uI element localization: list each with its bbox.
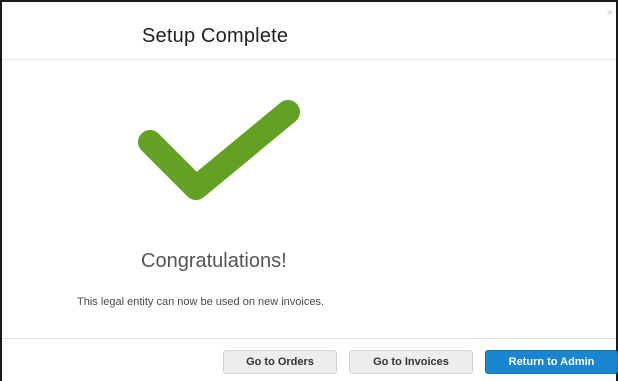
dialog-footer: Go to Orders Go to Invoices Return to Ad… xyxy=(2,338,618,381)
congratulations-heading: Congratulations! xyxy=(141,250,287,272)
checkmark-stroke xyxy=(138,100,300,200)
go-to-invoices-button[interactable]: Go to Invoices xyxy=(349,350,473,374)
setup-complete-dialog: Setup Complete × Congratulations! This l… xyxy=(0,0,618,381)
success-message: This legal entity can now be used on new… xyxy=(77,296,325,308)
dialog-title: Setup Complete xyxy=(142,25,289,47)
checkmark-icon xyxy=(138,100,300,200)
go-to-orders-button[interactable]: Go to Orders xyxy=(223,350,337,374)
dialog-header: Setup Complete × xyxy=(2,2,616,60)
return-to-admin-button[interactable]: Return to Admin xyxy=(485,350,618,374)
close-icon[interactable]: × xyxy=(607,8,613,19)
